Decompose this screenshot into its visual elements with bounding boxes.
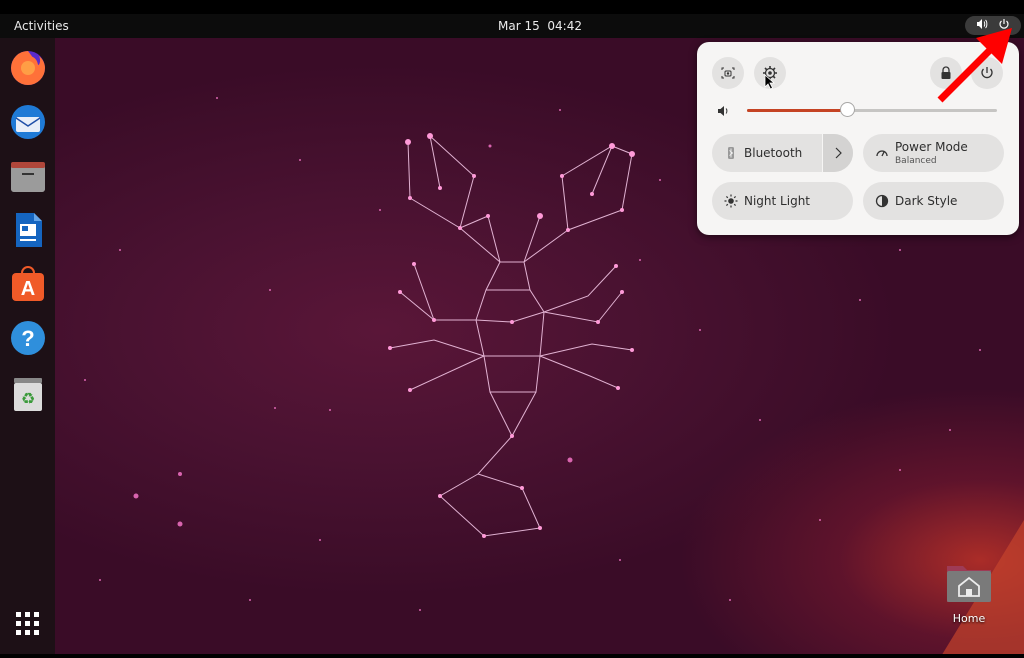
volume-slider-handle[interactable]: [840, 102, 855, 117]
chevron-right-icon: [835, 147, 842, 159]
date-label: Mar 15: [498, 19, 540, 33]
screen-border-bottom: [0, 654, 1024, 658]
svg-text:♻: ♻: [21, 389, 35, 408]
software-icon[interactable]: A: [8, 264, 48, 304]
top-bar: Activities Mar 15 04:42: [0, 14, 1024, 38]
mouse-cursor-icon: [764, 74, 776, 90]
svg-text:?: ?: [21, 326, 34, 351]
firefox-icon[interactable]: [8, 48, 48, 88]
dock: A ? ♻: [0, 38, 55, 654]
screenshot-icon: [721, 67, 735, 79]
home-folder-icon[interactable]: [945, 562, 993, 604]
bluetooth-label: Bluetooth: [744, 146, 803, 160]
writer-icon[interactable]: [8, 210, 48, 250]
night-light-icon: [724, 194, 738, 208]
quick-settings-menu: Bluetooth Power Mode Balanced Night Ligh…: [697, 42, 1019, 235]
power-mode-toggle[interactable]: Power Mode Balanced: [863, 134, 1004, 172]
dark-style-label: Dark Style: [895, 194, 958, 208]
screenshot-button[interactable]: [712, 57, 744, 89]
power-icon: [981, 67, 993, 79]
speedometer-icon: [876, 150, 888, 157]
lock-icon: [941, 66, 951, 79]
volume-icon: [975, 18, 989, 32]
dark-style-toggle[interactable]: Dark Style: [863, 182, 1004, 220]
volume-icon: [718, 106, 728, 116]
trash-icon[interactable]: ♻: [8, 374, 48, 414]
dark-style-icon: [875, 194, 889, 208]
help-icon[interactable]: ?: [8, 318, 48, 358]
home-folder-label[interactable]: Home: [937, 612, 1001, 625]
show-apps-grid-icon[interactable]: [8, 604, 48, 644]
screen-border-top: [0, 0, 1024, 14]
time-label: 04:42: [547, 19, 582, 33]
clock: Mar 15 04:42: [0, 19, 1024, 33]
power-icon: [997, 18, 1011, 32]
power-off-button[interactable]: [971, 57, 1003, 89]
night-light-toggle[interactable]: Night Light: [712, 182, 853, 220]
system-menu-button[interactable]: [965, 16, 1021, 35]
lock-screen-button[interactable]: [930, 57, 962, 89]
svg-text:A: A: [21, 278, 35, 300]
bluetooth-toggle[interactable]: Bluetooth: [712, 134, 853, 172]
clock-button[interactable]: Mar 15 04:42: [498, 19, 582, 33]
power-mode-value: Balanced: [895, 156, 937, 166]
lobster-constellation: [389, 134, 633, 537]
power-mode-label: Power Mode: [895, 140, 968, 154]
thunderbird-icon[interactable]: [8, 102, 48, 142]
bluetooth-icon: [728, 147, 734, 159]
activities-button[interactable]: Activities: [14, 19, 69, 33]
volume-slider-fill: [747, 109, 847, 112]
files-icon[interactable]: [8, 156, 48, 196]
night-light-label: Night Light: [744, 194, 810, 208]
bluetooth-submenu-button[interactable]: [822, 134, 853, 172]
